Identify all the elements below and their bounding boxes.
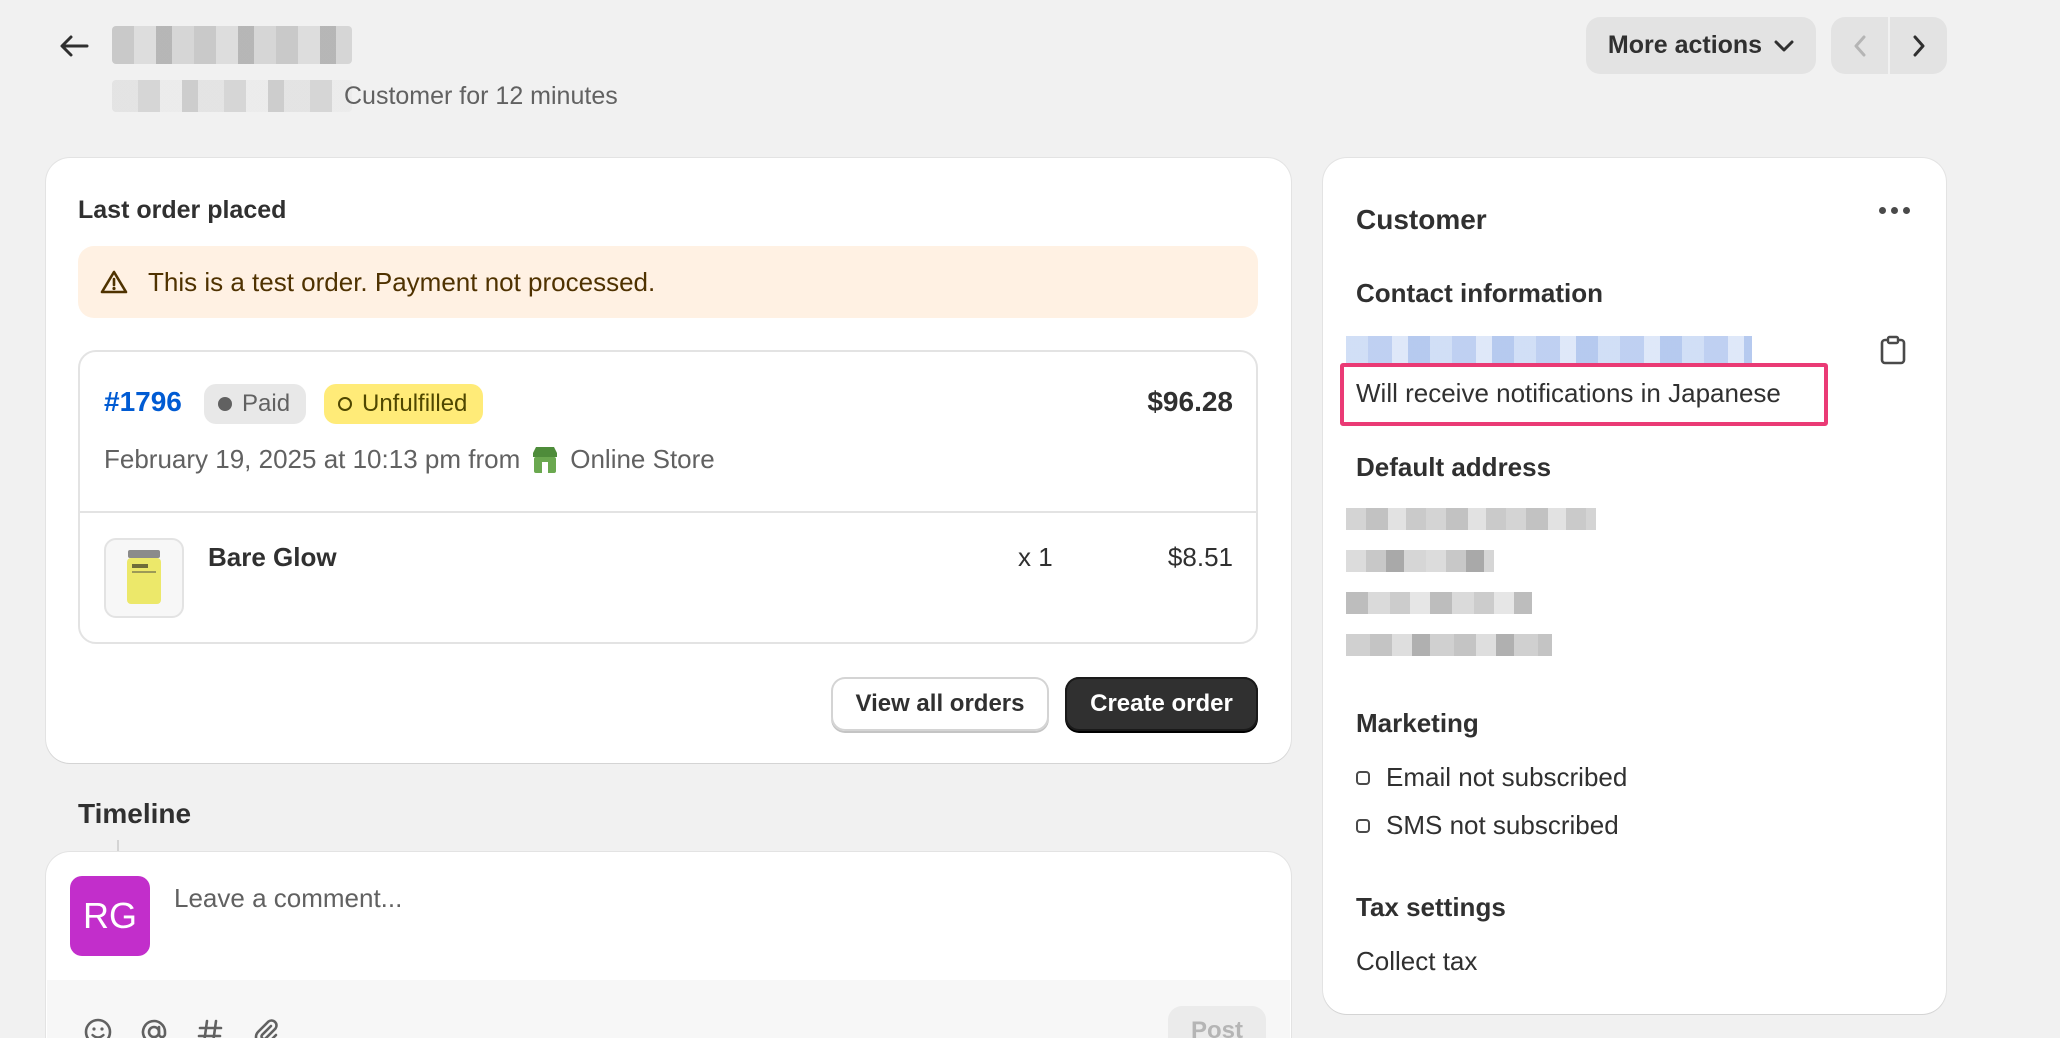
warning-icon xyxy=(100,270,128,294)
avatar: RG xyxy=(70,876,150,956)
hashtag-button[interactable] xyxy=(192,1014,228,1038)
test-order-banner: This is a test order. Payment not proces… xyxy=(78,246,1258,318)
online-store-icon xyxy=(533,446,558,473)
product-jar-icon xyxy=(127,550,161,604)
attach-button[interactable] xyxy=(248,1014,284,1038)
status-square-icon xyxy=(1356,770,1370,785)
status-dot-icon xyxy=(218,397,232,411)
dot-icon xyxy=(1902,206,1910,214)
sms-marketing-status: SMS not subscribed xyxy=(1356,810,1619,841)
previous-button[interactable] xyxy=(1831,17,1890,74)
emoji-button[interactable] xyxy=(80,1014,116,1038)
fulfillment-status-label: Unfulfilled xyxy=(362,390,468,417)
customer-since: Customer for 12 minutes xyxy=(344,82,618,110)
tax-settings-heading: Tax settings xyxy=(1356,892,1506,922)
marketing-heading: Marketing xyxy=(1356,708,1479,738)
address-line-redacted xyxy=(1346,592,1532,614)
status-square-icon xyxy=(1356,818,1370,833)
product-quantity: x 1 xyxy=(1018,542,1053,572)
comment-toolbar xyxy=(47,980,1290,1038)
comment-input[interactable] xyxy=(174,876,1254,920)
default-address-heading: Default address xyxy=(1356,452,1552,482)
pagination xyxy=(1831,17,1947,74)
dot-icon xyxy=(1890,206,1898,214)
customer-heading: Customer xyxy=(1356,204,1487,235)
arrow-left-icon xyxy=(60,35,89,57)
payment-status-badge: Paid xyxy=(204,384,307,424)
more-actions-label: More actions xyxy=(1607,31,1763,59)
divider xyxy=(80,511,1256,513)
email-redacted[interactable] xyxy=(1346,336,1752,366)
status-ring-icon xyxy=(338,397,352,411)
address-line-redacted xyxy=(1346,508,1596,530)
more-actions-button[interactable]: More actions xyxy=(1586,17,1816,74)
order-total: $96.28 xyxy=(1147,386,1233,417)
chevron-down-icon xyxy=(1774,40,1794,51)
at-sign-icon xyxy=(141,1019,167,1038)
post-button[interactable]: Post xyxy=(1168,1006,1266,1038)
next-button[interactable] xyxy=(1890,17,1947,74)
highlight-box xyxy=(1340,363,1828,426)
order-date: February 19, 2025 at 10:13 pm from xyxy=(104,444,521,474)
view-all-orders-button[interactable]: View all orders xyxy=(831,677,1049,731)
product-price: $8.51 xyxy=(1167,542,1233,572)
customer-name-redacted xyxy=(112,26,352,64)
paperclip-icon xyxy=(254,1019,278,1038)
tax-setting-value: Collect tax xyxy=(1356,946,1478,976)
banner-text: This is a test order. Payment not proces… xyxy=(148,266,656,297)
copy-email-button[interactable] xyxy=(1876,332,1910,368)
address-line-redacted xyxy=(1346,634,1552,656)
order-meta: February 19, 2025 at 10:13 pm from Onlin… xyxy=(104,444,715,475)
smiley-icon xyxy=(84,1018,112,1038)
clipboard-icon xyxy=(1880,335,1906,365)
create-order-button[interactable]: Create order xyxy=(1065,677,1258,731)
last-order-heading: Last order placed xyxy=(78,196,287,224)
customer-options-button[interactable] xyxy=(1874,196,1914,224)
chevron-right-icon xyxy=(1913,35,1924,56)
product-name[interactable]: Bare Glow xyxy=(208,542,337,573)
address-line-redacted xyxy=(1346,550,1494,572)
fulfillment-status-badge: Unfulfilled xyxy=(324,384,484,424)
mention-button[interactable] xyxy=(136,1014,172,1038)
order-number-link[interactable]: #1796 xyxy=(104,386,182,418)
hashtag-icon xyxy=(197,1019,223,1038)
contact-info-heading: Contact information xyxy=(1356,278,1603,308)
timeline-heading: Timeline xyxy=(78,798,192,829)
back-button[interactable] xyxy=(52,24,96,68)
customer-location-redacted xyxy=(112,80,352,112)
chevron-left-icon xyxy=(1854,35,1865,56)
sales-channel: Online Store xyxy=(570,444,715,474)
product-thumbnail[interactable] xyxy=(104,538,184,618)
sms-status-label: SMS not subscribed xyxy=(1386,810,1619,840)
email-status-label: Email not subscribed xyxy=(1386,762,1628,792)
payment-status-label: Paid xyxy=(242,390,291,417)
email-marketing-status: Email not subscribed xyxy=(1356,762,1627,793)
dot-icon xyxy=(1878,206,1886,214)
